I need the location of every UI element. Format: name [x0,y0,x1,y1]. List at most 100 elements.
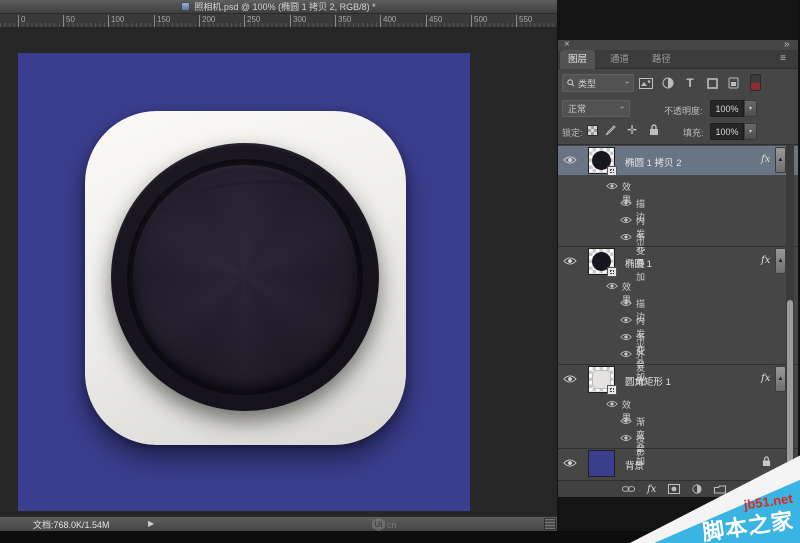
layer-name[interactable]: 背景 [625,458,644,472]
status-menu-arrow[interactable]: ▶ [148,519,154,528]
fx-badge[interactable]: fx [761,154,770,165]
visibility-eye-icon[interactable] [620,199,632,207]
layer-thumbnail[interactable] [588,366,615,393]
expand-arrow: ▲ [778,376,784,382]
layer-thumbnail[interactable] [588,450,615,477]
filter-kind-dropdown[interactable]: 类型 ÷ [562,74,634,92]
uicn-suffix: cn [387,520,397,530]
visibility-eye-icon[interactable] [563,458,577,468]
filter-kind-label: 类型 [578,77,596,90]
photoshop-window: 照相机.psd @ 100% (椭圆 1 拷贝 2, RGB/8) * 0 50… [0,0,800,543]
visibility-eye-icon[interactable] [620,216,632,224]
opacity-dropdown-button[interactable]: ▾ [744,100,757,117]
tab-layers[interactable]: 图层 [560,50,595,69]
expand-arrow: ▲ [778,258,784,264]
lens-engraving [193,181,341,221]
psd-file-icon [181,2,190,11]
filter-adjustment-layers-icon[interactable] [661,76,675,90]
resize-grip[interactable] [544,518,556,530]
layer-row-ellipse1-copy2[interactable]: 椭圆 1 拷贝 2 fx ▲ [558,146,798,175]
horizontal-ruler[interactable]: 0 50 100 150 200 250 300 350 400 450 500… [0,14,557,28]
fill-value-text: 100% [715,127,738,137]
document-title: 照相机.psd @ 100% (椭圆 1 拷贝 2, RGB/8) * [194,0,375,13]
divider [558,144,798,145]
visibility-eye-icon[interactable] [563,374,577,384]
opacity-label: 不透明度: [664,104,703,117]
layer-thumbnail[interactable] [588,248,615,275]
lock-all-icon[interactable] [648,123,660,137]
visibility-eye-icon[interactable] [620,434,632,442]
panel-close-icon[interactable]: × [564,39,570,50]
layer-name[interactable]: 椭圆 1 拷贝 2 [625,155,682,169]
status-bar: 文档:768.0K/1.54M ▶ Ui cn [0,516,557,531]
fx-badge[interactable]: fx [761,255,770,266]
fill-dropdown-button[interactable]: ▾ [744,123,757,140]
filter-toggle-switch[interactable] [750,74,761,91]
fill-value[interactable]: 100% [710,123,744,140]
visibility-eye-icon[interactable] [620,233,632,241]
filter-smart-objects-icon[interactable] [726,76,740,90]
uicn-watermark: Ui cn [372,517,397,532]
filter-shape-layers-icon[interactable] [705,76,719,90]
collapse-effects-button[interactable]: ▲ [775,147,786,173]
new-adjustment-layer-icon[interactable] [692,484,702,494]
uicn-logo: Ui [372,518,385,531]
add-layer-mask-icon[interactable] [668,484,680,494]
lock-pixels-brush-icon[interactable] [604,124,617,137]
canvas[interactable] [18,53,470,511]
visibility-eye-icon[interactable] [563,155,577,165]
visibility-eye-icon[interactable] [620,316,632,324]
search-icon [567,79,575,87]
document-size-info: 文档:768.0K/1.54M [33,518,110,531]
link-layers-icon[interactable] [622,485,635,493]
layers-panel: × » 图层 通道 路径 ≡ 类型 ÷ T [558,40,798,497]
ruler-tick: 550 [516,15,532,27]
ruler-tick: 300 [290,15,306,27]
tab-paths[interactable]: 路径 [644,50,679,69]
app-icon-rounded-square [85,111,406,445]
stepper-icon: ÷ [625,80,629,87]
panel-scrollbar[interactable] [786,145,794,480]
scrollbar-thumb[interactable] [787,300,793,475]
tab-channels[interactable]: 通道 [602,50,637,69]
ruler-tick: 250 [244,15,260,27]
ruler-tick: 150 [154,15,170,27]
layer-row-rounded-rect1[interactable]: 圆角矩形 1 fx ▲ [558,365,798,394]
visibility-eye-icon[interactable] [606,182,618,190]
filter-type-layers-icon[interactable]: T [683,75,697,90]
visibility-eye-icon[interactable] [620,350,632,358]
visibility-eye-icon[interactable] [563,256,577,266]
lock-position-move-icon[interactable]: ✛ [625,123,639,137]
ruler-tick: 0 [18,15,25,27]
layer-row-background[interactable]: 背景 [558,449,798,478]
layer-name[interactable]: 椭圆 1 [625,256,652,270]
layer-name[interactable]: 圆角矩形 1 [625,374,671,388]
visibility-eye-icon[interactable] [606,282,618,290]
add-layer-style-icon[interactable]: fx [647,484,656,495]
pasteboard[interactable] [0,28,557,516]
fx-badge[interactable]: fx [761,373,770,384]
new-group-icon[interactable] [714,485,726,494]
stepper-icon: ÷ [620,105,624,112]
lock-label: 锁定: [562,126,583,139]
document-titlebar[interactable]: 照相机.psd @ 100% (椭圆 1 拷贝 2, RGB/8) * [0,0,557,14]
panel-tabs: 图层 通道 路径 ≡ [558,50,798,69]
ruler-tick: 100 [108,15,124,27]
opacity-value[interactable]: 100% [710,100,744,117]
blend-mode-dropdown[interactable]: 正常 ÷ [562,100,630,117]
vector-mask-badge [607,385,617,395]
panel-menu-icon[interactable]: ≡ [780,53,786,64]
ruler-tick: 400 [380,15,396,27]
lock-transparency-icon[interactable] [587,125,598,136]
layer-row-ellipse1[interactable]: 椭圆 1 fx ▲ [558,247,798,276]
layer-thumbnail[interactable] [588,147,615,174]
visibility-eye-icon[interactable] [620,299,632,307]
ruler-tick: 50 [63,15,75,27]
visibility-eye-icon[interactable] [620,333,632,341]
visibility-eye-icon[interactable] [606,400,618,408]
panel-collapse-icon[interactable]: » [784,39,790,50]
visibility-eye-icon[interactable] [620,417,632,425]
collapse-effects-button[interactable]: ▲ [775,248,786,274]
collapse-effects-button[interactable]: ▲ [775,366,786,392]
filter-pixel-layers-icon[interactable] [638,76,654,90]
